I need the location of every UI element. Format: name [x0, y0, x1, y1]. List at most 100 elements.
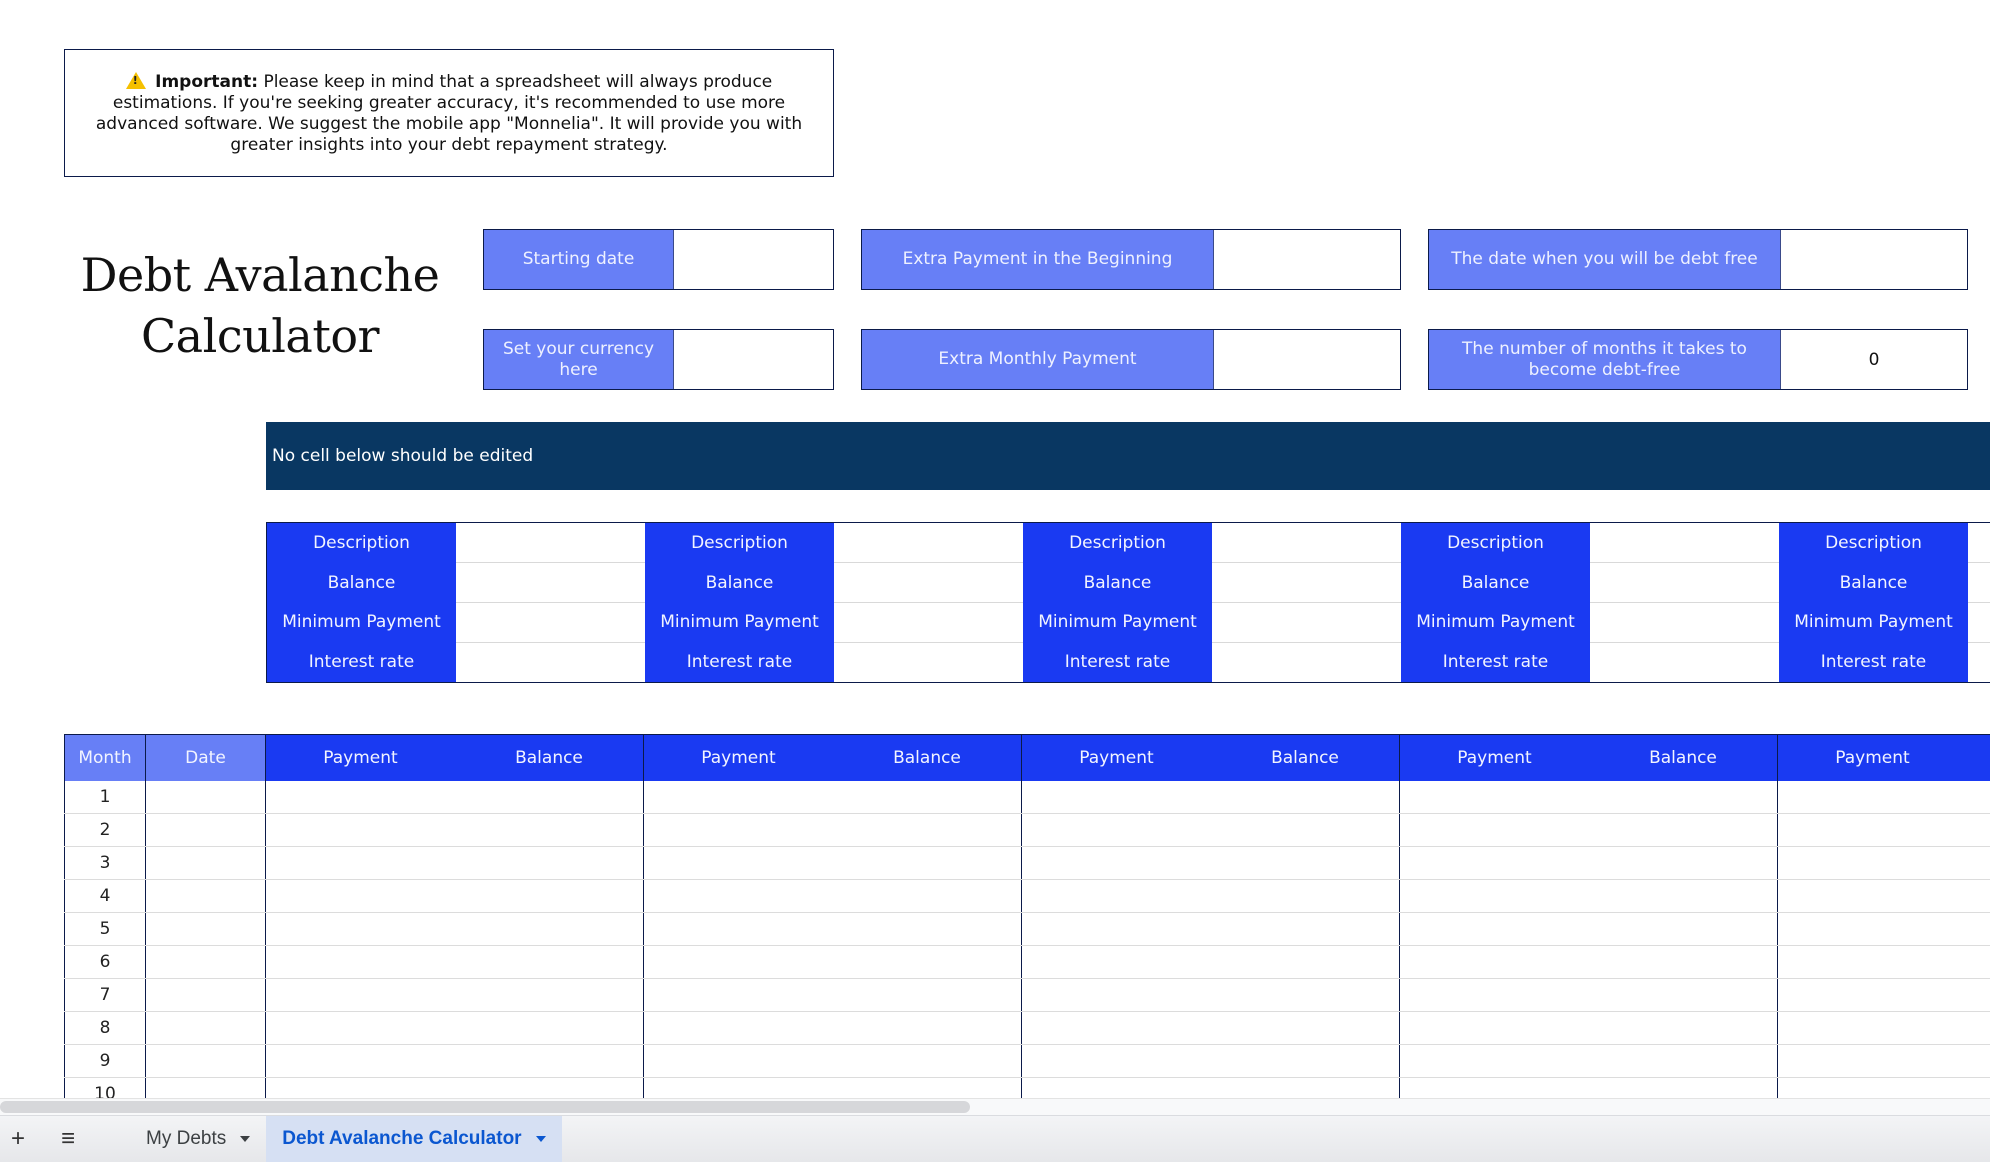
balance-cell[interactable] — [833, 979, 1022, 1011]
balance-cell[interactable] — [1211, 847, 1400, 879]
payment-cell[interactable] — [266, 913, 455, 945]
chevron-down-icon[interactable] — [240, 1136, 251, 1142]
debt-value-minimum-payment[interactable] — [1212, 603, 1401, 643]
payment-cell[interactable] — [644, 880, 833, 912]
balance-cell[interactable] — [1211, 946, 1400, 978]
balance-header[interactable]: Balance — [1211, 735, 1400, 781]
balance-cell[interactable] — [455, 847, 644, 879]
payment-header[interactable]: Payment — [266, 735, 455, 781]
debt-value-description[interactable] — [1590, 523, 1779, 563]
debt-free-date-value[interactable] — [1780, 230, 1967, 289]
payment-cell[interactable] — [1778, 913, 1967, 945]
balance-header[interactable]: Balance — [1967, 735, 1990, 781]
balance-cell[interactable] — [1589, 1012, 1778, 1044]
payment-cell[interactable] — [1022, 847, 1211, 879]
payment-cell[interactable] — [266, 847, 455, 879]
payment-cell[interactable] — [644, 946, 833, 978]
balance-cell[interactable] — [1589, 880, 1778, 912]
debt-value-balance[interactable] — [1212, 563, 1401, 603]
balance-cell[interactable] — [1211, 1012, 1400, 1044]
all-sheets-menu-icon[interactable]: ≡ — [50, 1116, 86, 1162]
balance-cell[interactable] — [833, 814, 1022, 846]
balance-cell[interactable] — [1589, 1045, 1778, 1077]
tab-debt-avalanche-calculator[interactable]: Debt Avalanche Calculator — [266, 1115, 562, 1162]
debt-value-balance[interactable] — [1590, 563, 1779, 603]
payment-cell[interactable] — [1022, 1012, 1211, 1044]
balance-header[interactable]: Balance — [1589, 735, 1778, 781]
date-cell[interactable] — [146, 913, 266, 945]
debt-value-balance[interactable] — [456, 563, 645, 603]
balance-cell[interactable] — [1967, 781, 1990, 813]
payment-cell[interactable] — [1022, 979, 1211, 1011]
balance-cell[interactable] — [1589, 913, 1778, 945]
balance-cell[interactable] — [455, 946, 644, 978]
payment-cell[interactable] — [1778, 847, 1967, 879]
payment-cell[interactable] — [266, 1012, 455, 1044]
payment-cell[interactable] — [266, 979, 455, 1011]
payment-cell[interactable] — [1022, 781, 1211, 813]
month-cell[interactable]: 4 — [64, 880, 146, 912]
debt-value-description[interactable] — [456, 523, 645, 563]
payment-cell[interactable] — [644, 847, 833, 879]
debt-value-balance[interactable] — [1968, 563, 1990, 603]
date-cell[interactable] — [146, 1012, 266, 1044]
balance-cell[interactable] — [1967, 880, 1990, 912]
balance-cell[interactable] — [1211, 781, 1400, 813]
balance-cell[interactable] — [833, 1012, 1022, 1044]
payment-cell[interactable] — [1400, 814, 1589, 846]
date-cell[interactable] — [146, 946, 266, 978]
balance-cell[interactable] — [1967, 814, 1990, 846]
payment-cell[interactable] — [1778, 946, 1967, 978]
payment-cell[interactable] — [644, 1012, 833, 1044]
debt-value-interest-rate[interactable] — [456, 643, 645, 682]
payment-cell[interactable] — [644, 814, 833, 846]
payment-cell[interactable] — [1400, 979, 1589, 1011]
month-cell[interactable]: 8 — [64, 1012, 146, 1044]
balance-cell[interactable] — [455, 781, 644, 813]
payment-cell[interactable] — [266, 880, 455, 912]
currency-input[interactable] — [673, 330, 833, 389]
month-cell[interactable]: 9 — [64, 1045, 146, 1077]
month-cell[interactable]: 2 — [64, 814, 146, 846]
balance-cell[interactable] — [1589, 979, 1778, 1011]
payment-cell[interactable] — [1778, 979, 1967, 1011]
debt-value-balance[interactable] — [834, 563, 1023, 603]
payment-cell[interactable] — [644, 781, 833, 813]
balance-cell[interactable] — [1211, 814, 1400, 846]
balance-cell[interactable] — [455, 814, 644, 846]
debt-value-minimum-payment[interactable] — [456, 603, 645, 643]
balance-cell[interactable] — [1967, 979, 1990, 1011]
debt-value-interest-rate[interactable] — [834, 643, 1023, 682]
payment-cell[interactable] — [266, 781, 455, 813]
payment-cell[interactable] — [1022, 880, 1211, 912]
debt-value-interest-rate[interactable] — [1968, 643, 1990, 682]
balance-cell[interactable] — [833, 1045, 1022, 1077]
debt-value-description[interactable] — [1212, 523, 1401, 563]
balance-cell[interactable] — [1589, 847, 1778, 879]
date-cell[interactable] — [146, 979, 266, 1011]
month-cell[interactable]: 6 — [64, 946, 146, 978]
debt-value-minimum-payment[interactable] — [1590, 603, 1779, 643]
payment-cell[interactable] — [644, 1045, 833, 1077]
payment-cell[interactable] — [1778, 880, 1967, 912]
payment-cell[interactable] — [1400, 913, 1589, 945]
balance-cell[interactable] — [1589, 946, 1778, 978]
date-cell[interactable] — [146, 1045, 266, 1077]
balance-cell[interactable] — [1211, 913, 1400, 945]
month-cell[interactable]: 3 — [64, 847, 146, 879]
month-cell[interactable]: 1 — [64, 781, 146, 813]
balance-cell[interactable] — [1967, 913, 1990, 945]
balance-cell[interactable] — [833, 946, 1022, 978]
balance-cell[interactable] — [455, 979, 644, 1011]
date-cell[interactable] — [146, 814, 266, 846]
balance-cell[interactable] — [1589, 814, 1778, 846]
balance-cell[interactable] — [455, 1045, 644, 1077]
payment-cell[interactable] — [1400, 847, 1589, 879]
balance-cell[interactable] — [1967, 847, 1990, 879]
payment-cell[interactable] — [1778, 1045, 1967, 1077]
payment-cell[interactable] — [266, 814, 455, 846]
payment-cell[interactable] — [1400, 1012, 1589, 1044]
month-header[interactable]: Month — [64, 735, 146, 781]
debt-value-description[interactable] — [1968, 523, 1990, 563]
balance-cell[interactable] — [833, 847, 1022, 879]
